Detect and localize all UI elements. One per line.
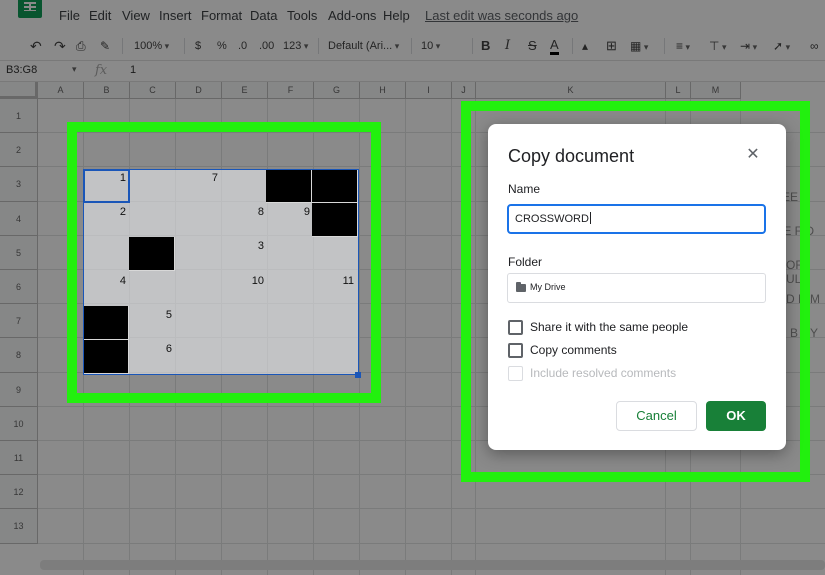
share-checkbox[interactable] bbox=[508, 320, 523, 335]
folder-name: My Drive bbox=[530, 282, 566, 292]
name-input[interactable]: CROSSWORD bbox=[507, 204, 766, 234]
share-checkbox-label: Share it with the same people bbox=[530, 320, 689, 334]
cancel-button[interactable]: Cancel bbox=[616, 401, 697, 431]
copy-document-dialog: Copy document ✕ Name CROSSWORD Folder My… bbox=[488, 124, 786, 450]
name-label: Name bbox=[508, 182, 541, 196]
dialog-title: Copy document bbox=[508, 146, 635, 166]
include-resolved-checkbox bbox=[508, 366, 523, 381]
name-input-value: CROSSWORD bbox=[515, 213, 589, 225]
close-icon[interactable]: ✕ bbox=[742, 144, 764, 166]
text-cursor bbox=[589, 212, 591, 224]
include-resolved-checkbox-row: Include resolved comments bbox=[508, 366, 708, 382]
folder-select[interactable]: My Drive bbox=[507, 273, 766, 303]
copy-comments-checkbox-row[interactable]: Copy comments bbox=[508, 343, 648, 359]
include-resolved-label: Include resolved comments bbox=[530, 366, 677, 380]
ok-button[interactable]: OK bbox=[706, 401, 766, 431]
copy-comments-label: Copy comments bbox=[530, 343, 617, 357]
folder-label: Folder bbox=[508, 255, 543, 269]
share-checkbox-row[interactable]: Share it with the same people bbox=[508, 320, 708, 336]
copy-comments-checkbox[interactable] bbox=[508, 343, 523, 358]
highlight-box-crossword bbox=[67, 122, 381, 403]
folder-icon bbox=[516, 282, 526, 292]
